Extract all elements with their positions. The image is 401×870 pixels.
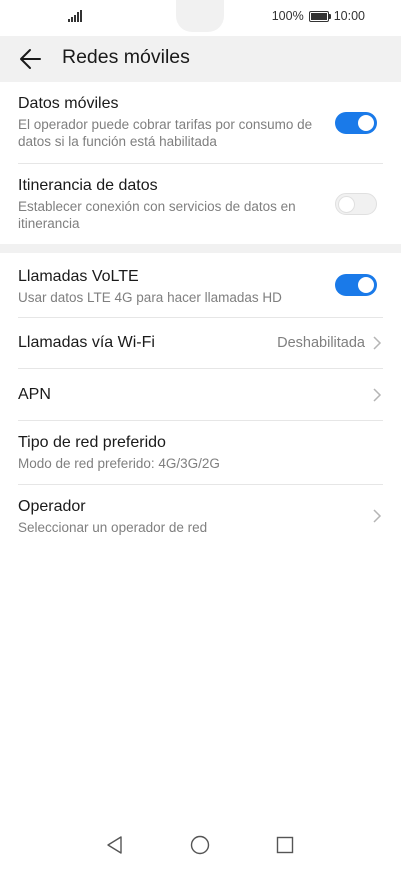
chevron-right-icon (373, 388, 382, 402)
arrow-left-icon[interactable] (18, 46, 44, 72)
itinerancia-toggle[interactable] (335, 193, 377, 215)
setting-datos-moviles[interactable]: Datos móviles El operador puede cobrar t… (0, 82, 401, 163)
settings-group-calls: Llamadas VoLTE Usar datos LTE 4G para ha… (0, 253, 401, 553)
setting-itinerancia[interactable]: Itinerancia de datos Establecer conexión… (0, 164, 401, 244)
setting-title: APN (18, 386, 51, 403)
chevron-right-icon (373, 509, 382, 523)
status-notch (176, 0, 224, 32)
toggle-knob (338, 196, 355, 213)
setting-operador[interactable]: Operador Seleccionar un operador de red (0, 485, 401, 549)
setting-subtitle: Usar datos LTE 4G para hacer llamadas HD (18, 290, 282, 305)
signal-icon (68, 10, 82, 22)
setting-wifi-calls[interactable]: Llamadas vía Wi-Fi Deshabilitada (0, 318, 401, 368)
square-recents-icon[interactable] (274, 834, 296, 856)
setting-title: Operador (18, 498, 86, 515)
setting-apn[interactable]: APN (0, 369, 401, 420)
setting-title: Llamadas vía Wi-Fi (18, 334, 155, 351)
setting-subtitle: Seleccionar un operador de red (18, 520, 208, 535)
setting-value: Deshabilitada (277, 335, 365, 351)
navigation-bar (0, 820, 401, 870)
setting-volte[interactable]: Llamadas VoLTE Usar datos LTE 4G para ha… (0, 253, 401, 317)
setting-title: Itinerancia de datos (18, 177, 158, 194)
clock: 10:00 (333, 9, 365, 23)
setting-title: Datos móviles (18, 95, 119, 112)
setting-title: Tipo de red preferido (18, 434, 166, 451)
toggle-knob (358, 115, 374, 131)
section-separator (0, 244, 401, 253)
status-right: 100% 10:00 (272, 9, 365, 23)
settings-group-data: Datos móviles El operador puede cobrar t… (0, 82, 401, 244)
circle-home-icon[interactable] (189, 834, 211, 856)
setting-title: Llamadas VoLTE (18, 268, 139, 285)
setting-subtitle: Modo de red preferido: 4G/3G/2G (18, 456, 220, 471)
toggle-knob (358, 277, 374, 293)
status-bar: 100% 10:00 (0, 0, 401, 36)
page-title: Redes móviles (62, 46, 190, 68)
setting-subtitle: El operador puede cobrar tarifas por con… (18, 117, 313, 149)
setting-subtitle: Establecer conexión con servicios de dat… (18, 199, 296, 231)
app-header: Redes móviles (0, 36, 401, 82)
chevron-right-icon (373, 336, 382, 350)
volte-toggle[interactable] (335, 274, 377, 296)
datos-moviles-toggle[interactable] (335, 112, 377, 134)
setting-tipo-red[interactable]: Tipo de red preferido Modo de red prefer… (0, 421, 401, 484)
battery-icon (308, 10, 331, 22)
battery-percent: 100% (271, 9, 304, 23)
triangle-back-icon[interactable] (104, 834, 126, 856)
